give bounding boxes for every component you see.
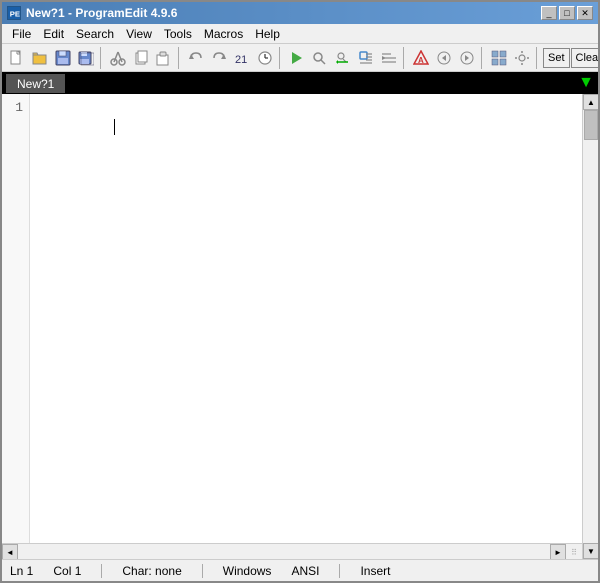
next-button[interactable] — [456, 47, 478, 69]
prev-button[interactable] — [433, 47, 455, 69]
new-file-button[interactable] — [6, 47, 28, 69]
scroll-h-track[interactable] — [18, 544, 550, 559]
undo-button[interactable] — [185, 47, 207, 69]
title-bar: PE New?1 - ProgramEdit 4.9.6 _ □ ✕ — [2, 2, 598, 24]
save-file-button[interactable] — [52, 47, 74, 69]
menu-view[interactable]: View — [120, 25, 158, 43]
scroll-right-button[interactable]: ► — [550, 544, 566, 559]
paste-button[interactable] — [153, 47, 175, 69]
indent-button[interactable] — [378, 47, 400, 69]
replace-button[interactable] — [332, 47, 354, 69]
clear-button[interactable]: Clear — [571, 48, 598, 68]
horizontal-scrollbar: ◄ ► ⠿ — [2, 543, 582, 559]
open-file-button[interactable] — [29, 47, 51, 69]
status-col: Col 1 — [53, 564, 81, 578]
redo-button[interactable] — [208, 47, 230, 69]
run-button[interactable] — [286, 47, 308, 69]
clock-button[interactable] — [254, 47, 276, 69]
save-all-button[interactable] — [75, 47, 97, 69]
tab-new1[interactable]: New?1 — [6, 74, 65, 93]
close-button[interactable]: ✕ — [577, 6, 593, 20]
minimize-button[interactable]: _ — [541, 6, 557, 20]
menu-file[interactable]: File — [6, 25, 37, 43]
svg-text:A: A — [418, 56, 424, 65]
editor-content[interactable] — [30, 94, 582, 543]
svg-text:PE: PE — [10, 9, 20, 18]
menu-search[interactable]: Search — [70, 25, 120, 43]
menu-bar: File Edit Search View Tools Macros Help — [2, 24, 598, 44]
resize-corner: ⠿ — [566, 544, 582, 559]
grid-button[interactable] — [488, 47, 510, 69]
line-numbers: 1 — [2, 94, 30, 543]
set-button[interactable]: Set — [543, 48, 570, 68]
menu-macros[interactable]: Macros — [198, 25, 249, 43]
tab-scroll-arrow[interactable]: ▼ — [578, 74, 594, 92]
color-button[interactable]: A — [410, 47, 432, 69]
status-sep-2 — [202, 564, 203, 578]
scroll-left-button[interactable]: ◄ — [2, 544, 18, 559]
status-encoding: Windows — [223, 564, 272, 578]
search-toolbar-button[interactable] — [309, 47, 331, 69]
status-sep-3 — [339, 564, 340, 578]
scroll-up-button[interactable]: ▲ — [583, 94, 598, 110]
toolbar: 21 A — [2, 44, 598, 72]
status-bar: Ln 1 Col 1 Char: none Windows ANSI Inser… — [2, 559, 598, 581]
toolbar-sep-5 — [481, 47, 485, 69]
toolbar-sep-6 — [536, 47, 540, 69]
main-window: PE New?1 - ProgramEdit 4.9.6 _ □ ✕ File … — [0, 0, 600, 583]
menu-edit[interactable]: Edit — [37, 25, 70, 43]
toolbar-sep-2 — [178, 47, 182, 69]
tab-bar: New?1 ▼ — [2, 72, 598, 94]
title-bar-left: PE New?1 - ProgramEdit 4.9.6 — [7, 6, 177, 20]
status-format: ANSI — [291, 564, 319, 578]
toolbar-sep-3 — [279, 47, 283, 69]
svg-text:21: 21 — [235, 54, 247, 66]
copy-button[interactable] — [130, 47, 152, 69]
status-ln: Ln 1 — [10, 564, 33, 578]
settings-button[interactable] — [511, 47, 533, 69]
cut-button[interactable] — [107, 47, 129, 69]
toolbar-sep-1 — [100, 47, 104, 69]
scroll-thumb[interactable] — [584, 110, 598, 140]
toolbar-sep-4 — [403, 47, 407, 69]
line-number-1: 1 — [8, 98, 23, 118]
menu-tools[interactable]: Tools — [158, 25, 198, 43]
app-icon: PE — [7, 6, 21, 20]
goto-button[interactable]: 21 — [231, 47, 253, 69]
scroll-v-track[interactable] — [583, 110, 598, 543]
window-controls: _ □ ✕ — [541, 6, 593, 20]
status-sep-1 — [101, 564, 102, 578]
main-content: 1 ◄ ► ⠿ — [2, 94, 582, 559]
maximize-button[interactable]: □ — [559, 6, 575, 20]
text-cursor — [114, 119, 115, 135]
status-mode: Insert — [360, 564, 390, 578]
scroll-down-button[interactable]: ▼ — [583, 543, 598, 559]
window-title: New?1 - ProgramEdit 4.9.6 — [26, 6, 177, 20]
vertical-scrollbar: ▲ ▼ — [582, 94, 598, 559]
bookmark-button[interactable] — [355, 47, 377, 69]
status-char: Char: none — [122, 564, 181, 578]
editor-wrapper: 1 ◄ ► ⠿ ▲ ▼ — [2, 94, 598, 559]
editor-area: 1 — [2, 94, 582, 543]
menu-help[interactable]: Help — [249, 25, 286, 43]
